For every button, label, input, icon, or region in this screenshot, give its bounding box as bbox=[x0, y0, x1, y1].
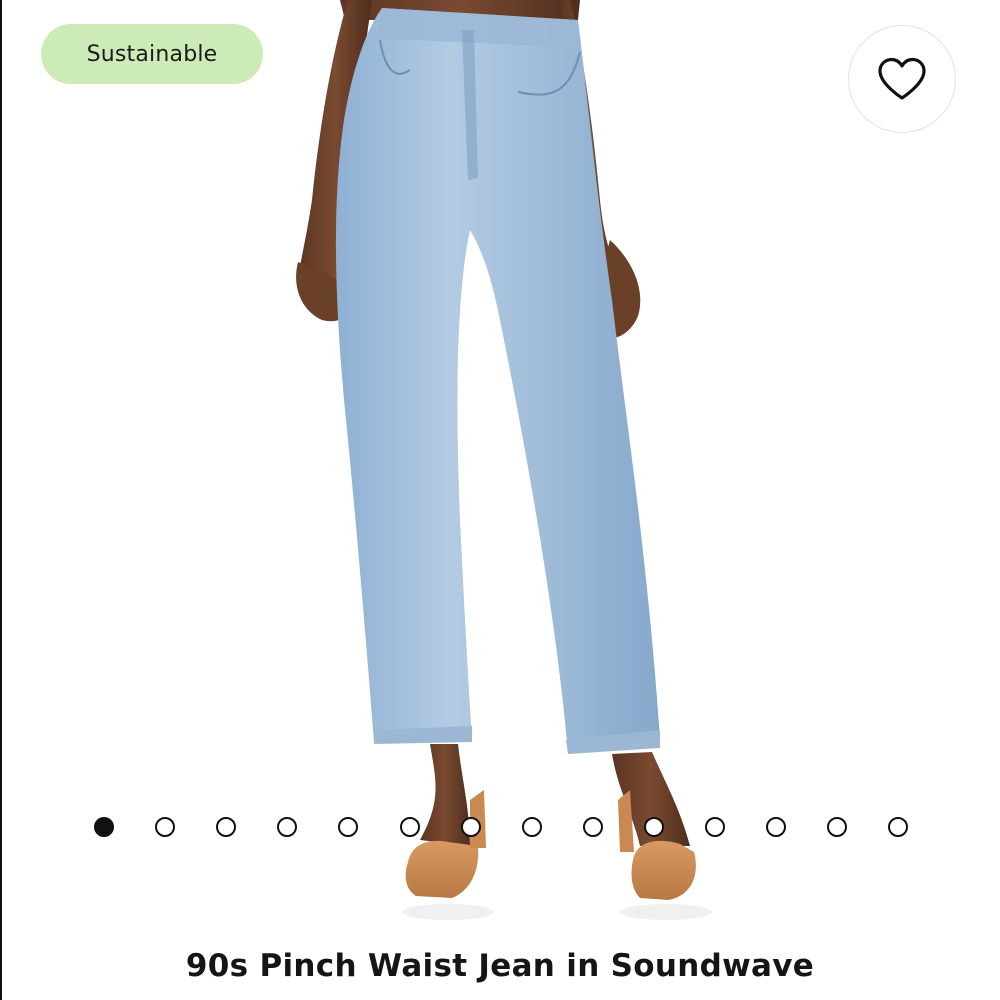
product-title: 90s Pinch Waist Jean in Soundwave bbox=[185, 948, 815, 984]
pagination-dot[interactable] bbox=[399, 817, 420, 837]
pagination-dot[interactable] bbox=[521, 817, 542, 837]
pagination-dot[interactable] bbox=[582, 817, 603, 837]
pagination-dot[interactable] bbox=[216, 817, 237, 837]
pagination-dot[interactable] bbox=[155, 817, 176, 837]
heart-icon bbox=[878, 57, 926, 100]
product-photo[interactable] bbox=[0, 0, 1000, 930]
pagination-dot[interactable] bbox=[827, 817, 848, 837]
pagination-dot[interactable] bbox=[94, 817, 114, 837]
product-illustration bbox=[296, 0, 712, 920]
pagination-dot[interactable] bbox=[643, 817, 664, 837]
pagination-dot[interactable] bbox=[888, 817, 909, 837]
favorite-button[interactable] bbox=[848, 25, 956, 133]
pagination-dot[interactable] bbox=[338, 817, 359, 837]
pagination-dot[interactable] bbox=[460, 817, 481, 837]
pagination-dot[interactable] bbox=[766, 817, 787, 837]
pagination-dot[interactable] bbox=[705, 817, 725, 837]
pagination-dot[interactable] bbox=[277, 817, 298, 837]
image-pagination bbox=[0, 817, 1000, 839]
sustainable-badge: Sustainable bbox=[41, 24, 263, 84]
